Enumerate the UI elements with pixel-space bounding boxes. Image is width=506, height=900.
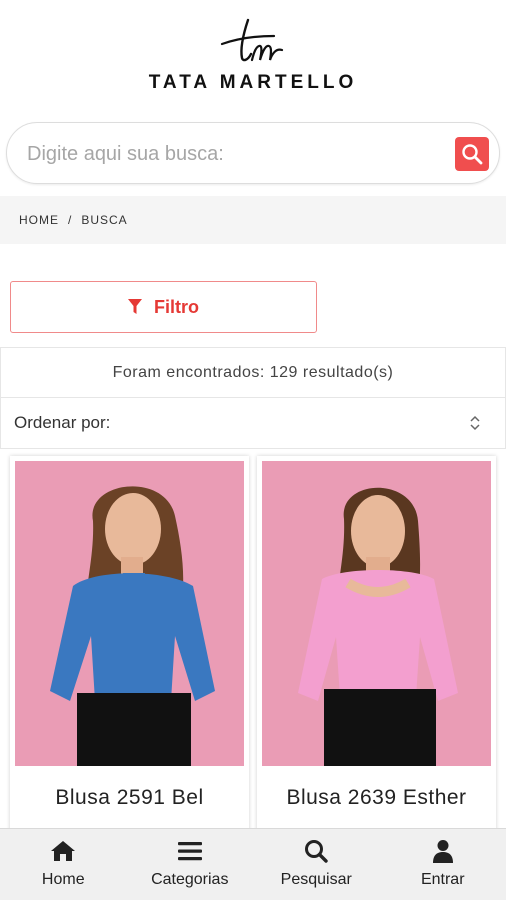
filter-button[interactable]: Filtro [10, 281, 317, 333]
sort-label: Ordenar por: [14, 413, 111, 432]
results-count: Foram encontrados: 129 resultado(s) [0, 347, 506, 398]
breadcrumb: HOME / BUSCA [0, 196, 506, 244]
product-image[interactable] [262, 461, 491, 766]
nav-home[interactable]: Home [0, 829, 127, 900]
menu-icon [177, 842, 202, 861]
search-button[interactable] [455, 137, 489, 171]
product-image[interactable] [15, 461, 244, 766]
nav-search-label: Pesquisar [280, 871, 352, 888]
nav-login[interactable]: Entrar [380, 829, 506, 900]
breadcrumb-home[interactable]: HOME [19, 213, 59, 227]
nav-login-label: Entrar [420, 871, 465, 888]
search-input[interactable] [27, 137, 427, 171]
product-card[interactable]: Blusa 2639 Esther [257, 456, 496, 836]
brand-name: TATA MARTELLO [148, 72, 358, 93]
search-icon [305, 840, 328, 863]
product-name[interactable]: Blusa 2639 Esther [257, 786, 496, 810]
filter-label: Filtro [154, 296, 199, 317]
home-icon [51, 841, 76, 861]
product-card[interactable]: Blusa 2591 Bel [10, 456, 249, 836]
user-icon [432, 840, 453, 863]
search-icon [462, 144, 483, 165]
sort-select[interactable]: Ordenar por: [0, 398, 506, 449]
nav-categories-label: Categorias [151, 871, 229, 888]
nav-categories[interactable]: Categorias [127, 829, 254, 900]
site-header: TATA MARTELLO [0, 0, 506, 112]
breadcrumb-separator: / [68, 213, 73, 227]
breadcrumb-current: BUSCA [81, 213, 128, 227]
product-name[interactable]: Blusa 2591 Bel [10, 786, 249, 810]
nav-home-label: Home [41, 871, 85, 888]
bottom-navigation: Home Categorias Pesquisar Entrar [0, 828, 506, 900]
filter-icon [128, 299, 142, 314]
sort-chevron-icon [470, 415, 480, 431]
nav-search[interactable]: Pesquisar [253, 829, 380, 900]
search-bar [6, 122, 500, 184]
brand-monogram-logo[interactable] [0, 14, 506, 68]
